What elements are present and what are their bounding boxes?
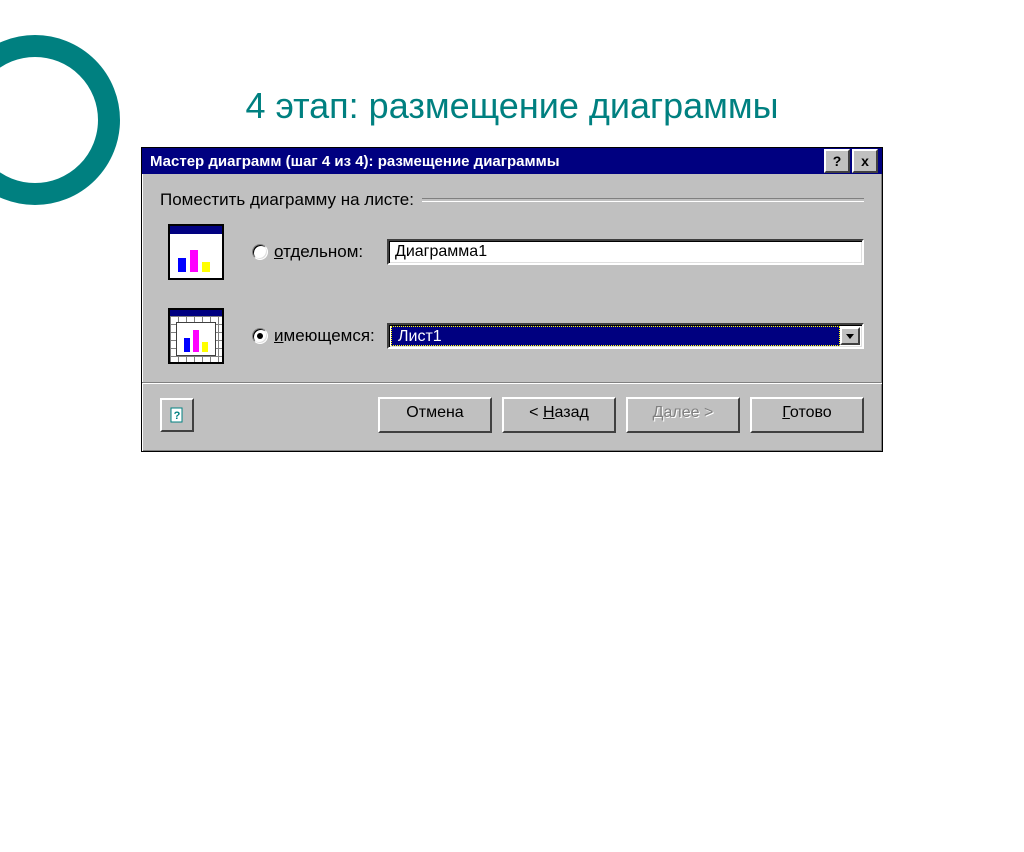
group-label: Поместить диаграмму на листе: (160, 190, 414, 210)
separate-sheet-icon (168, 224, 224, 280)
group-header: Поместить диаграмму на листе: (160, 190, 864, 210)
radio-existing-label: имеющемся: (274, 326, 375, 346)
combo-selected: Лист1 (391, 326, 840, 346)
title-bar: Мастер диаграмм (шаг 4 из 4): размещение… (142, 148, 882, 174)
slide-title: 4 этап: размещение диаграммы (0, 85, 1024, 127)
wizard-dialog: Мастер диаграмм (шаг 4 из 4): размещение… (141, 147, 883, 452)
chevron-down-icon[interactable] (840, 327, 860, 345)
help-button[interactable]: ? (160, 398, 194, 432)
cancel-button[interactable]: Отмена (378, 397, 492, 433)
divider (422, 198, 864, 202)
slide-ornament (0, 35, 120, 205)
radio-separate[interactable]: отдельном: (252, 242, 387, 262)
button-row: ? Отмена < Назад Далее > Готово (142, 382, 882, 451)
help-icon: ? (168, 406, 186, 424)
radio-existing[interactable]: имеющемся: (252, 326, 387, 346)
separate-name-input[interactable]: Диаграмма1 (387, 239, 864, 265)
existing-sheet-combo[interactable]: Лист1 (387, 323, 864, 349)
dialog-body: Поместить диаграмму на листе: отдельном:… (142, 174, 882, 364)
svg-text:?: ? (174, 410, 181, 422)
radio-separate-label: отдельном: (274, 242, 363, 262)
option-separate-row: отдельном: Диаграмма1 (168, 224, 864, 280)
radio-separate-indicator (252, 244, 268, 260)
next-button: Далее > (626, 397, 740, 433)
help-titlebar-button[interactable]: ? (824, 149, 850, 173)
existing-sheet-icon (168, 308, 224, 364)
radio-existing-indicator (252, 328, 268, 344)
title-bar-text: Мастер диаграмм (шаг 4 из 4): размещение… (146, 153, 822, 170)
finish-button[interactable]: Готово (750, 397, 864, 433)
close-button[interactable]: x (852, 149, 878, 173)
option-existing-row: имеющемся: Лист1 (168, 308, 864, 364)
back-button[interactable]: < Назад (502, 397, 616, 433)
